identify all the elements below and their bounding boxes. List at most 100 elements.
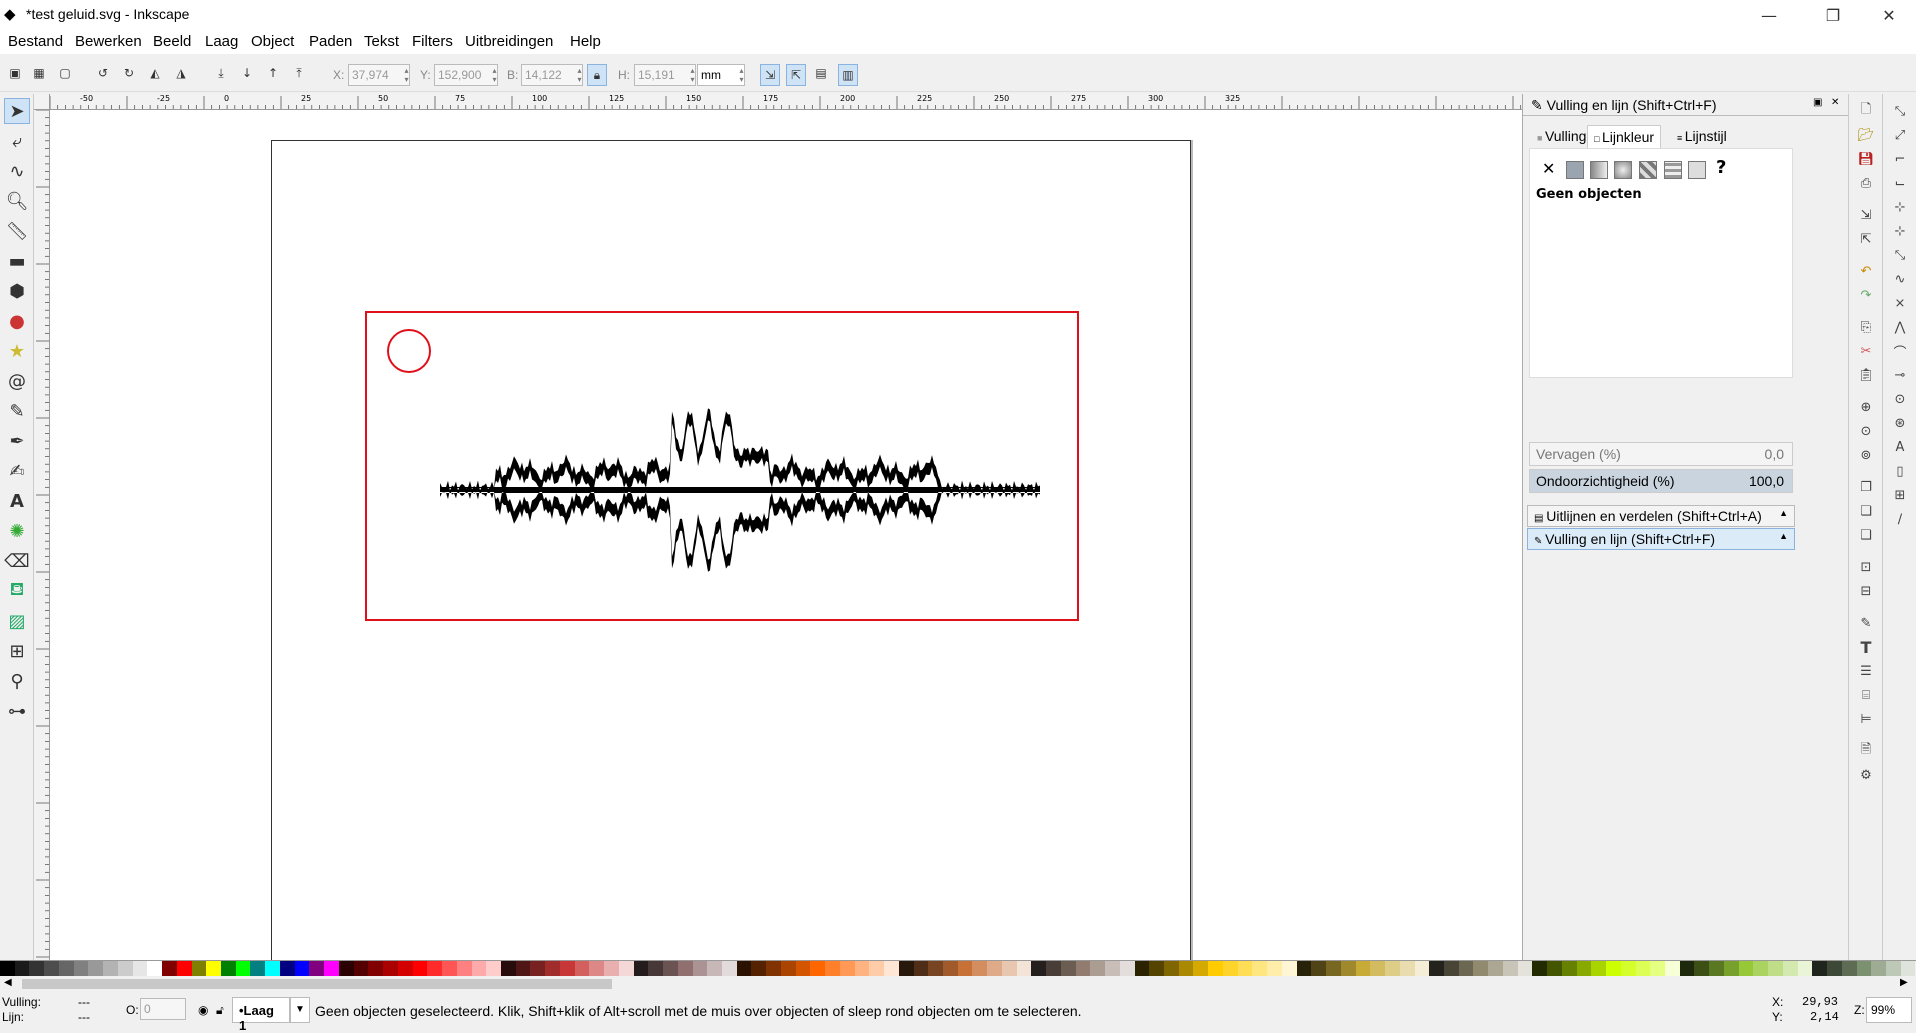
palette-swatch[interactable] [221, 961, 236, 977]
copy-icon[interactable]: ⎘ [1857, 318, 1875, 336]
palette-swatch[interactable] [1635, 961, 1651, 977]
no-paint-button[interactable]: ✕ [1542, 159, 1555, 178]
xml-editor-icon[interactable]: ⌸ [1857, 686, 1875, 704]
lock-ratio-icon[interactable]: 🔒︎ [587, 64, 607, 86]
box3d-icon[interactable]: ⬢ [4, 278, 30, 304]
palette-swatch[interactable] [1532, 961, 1548, 977]
vertical-ruler[interactable] [34, 110, 50, 960]
palette-swatch[interactable] [1178, 961, 1194, 977]
palette-swatch[interactable] [987, 961, 1002, 977]
palette-swatch[interactable] [1709, 961, 1724, 977]
palette-swatch[interactable] [957, 961, 973, 977]
palette-swatch[interactable] [1105, 961, 1120, 977]
palette-swatch[interactable] [943, 961, 958, 977]
dock-close-icon[interactable]: ✕ [1831, 97, 1839, 108]
palette-swatch[interactable] [88, 961, 104, 977]
palette-swatch[interactable] [338, 961, 354, 977]
palette-swatch[interactable] [1046, 961, 1061, 977]
palette-swatch[interactable] [1827, 961, 1842, 977]
palette-swatch[interactable] [1414, 961, 1430, 977]
menu-filters[interactable]: Filters [412, 33, 453, 50]
rotate-cw-icon[interactable]: ↻ [120, 64, 138, 82]
width-field[interactable]: 14,122 [521, 64, 583, 86]
palette-swatch[interactable] [1664, 961, 1680, 977]
mesh-gradient-icon[interactable] [1639, 161, 1657, 179]
palette-swatch[interactable] [1591, 961, 1607, 977]
rotate-ccw-icon[interactable]: ↺ [94, 64, 112, 82]
palette-swatch[interactable] [1856, 961, 1872, 977]
palette-swatch[interactable] [44, 961, 59, 977]
drawing-canvas[interactable] [50, 110, 1522, 960]
palette-swatch[interactable] [1134, 961, 1150, 977]
palette-swatch[interactable] [1723, 961, 1739, 977]
rectangle-icon[interactable]: ▬ [4, 248, 30, 274]
connector-icon[interactable]: ⊶ [4, 698, 30, 724]
snap-rotation-center-icon[interactable]: ⊛ [1891, 414, 1909, 432]
palette-swatch[interactable] [1753, 961, 1769, 977]
radial-gradient-icon[interactable] [1614, 161, 1632, 179]
flat-color-icon[interactable] [1566, 161, 1584, 179]
horizontal-ruler[interactable]: -50 -25 0 25 50 75 100 125 150 175 200 2… [50, 94, 1522, 110]
zoom-drawing-icon[interactable]: ⊙ [1857, 422, 1875, 440]
snap-midpoint-icon[interactable]: ⊸ [1891, 366, 1909, 384]
palette-swatch[interactable] [235, 961, 251, 977]
palette-swatch[interactable] [132, 961, 148, 977]
palette-swatch[interactable] [1694, 961, 1710, 977]
palette-swatch[interactable] [353, 961, 369, 977]
close-window-button[interactable]: ✕ [1866, 0, 1912, 30]
snap-enable-icon[interactable]: ⤡ [1891, 102, 1909, 120]
lower-icon[interactable]: ↓ [238, 64, 256, 82]
ungroup-icon[interactable]: ⊟ [1857, 582, 1875, 600]
palette-swatch[interactable] [471, 961, 487, 977]
palette-swatch[interactable] [751, 961, 767, 977]
palette-swatch[interactable] [1547, 961, 1562, 977]
palette-swatch[interactable] [442, 961, 457, 977]
palette-swatch[interactable] [1812, 961, 1828, 977]
palette-swatch[interactable] [1340, 961, 1356, 977]
menu-uitbreidingen[interactable]: Uitbreidingen [465, 33, 553, 50]
menu-paden[interactable]: Paden [309, 33, 352, 50]
mesh-icon[interactable]: ⊞ [4, 638, 30, 664]
raise-icon[interactable]: ↑ [264, 64, 282, 82]
text-dialog-icon[interactable]: T [1857, 638, 1875, 657]
palette-swatch[interactable] [780, 961, 796, 977]
menu-object[interactable]: Object [251, 33, 294, 50]
color-palette[interactable] [0, 960, 1916, 977]
snap-bbox-edge-icon[interactable]: ⌐ [1891, 150, 1909, 168]
tab-lijnkleur[interactable]: □ Lijnkleur [1587, 125, 1662, 149]
palette-swatch[interactable] [427, 961, 443, 977]
palette-swatch[interactable] [1886, 961, 1901, 977]
palette-swatch[interactable] [648, 961, 664, 977]
palette-swatch[interactable] [58, 961, 74, 977]
duplicate-icon[interactable]: ❐ [1857, 478, 1875, 496]
palette-swatch[interactable] [913, 961, 929, 977]
cut-icon[interactable]: ✂ [1857, 342, 1875, 360]
new-document-icon[interactable]: 🗋︎ [1857, 102, 1875, 120]
palette-swatch[interactable] [839, 961, 855, 977]
snap-guide-icon[interactable]: ∕ [1891, 510, 1909, 528]
snap-bbox-center-icon[interactable]: ⊹ [1891, 222, 1909, 240]
palette-swatch[interactable] [545, 961, 560, 977]
pencil-icon[interactable]: ✎ [4, 398, 30, 424]
scroll-left-icon[interactable]: ◀ [4, 977, 12, 988]
palette-swatch[interactable] [412, 961, 428, 977]
palette-swatch[interactable] [589, 961, 605, 977]
unit-select[interactable]: mm [697, 64, 745, 86]
palette-swatch[interactable] [663, 961, 678, 977]
palette-swatch[interactable] [1488, 961, 1503, 977]
palette-swatch[interactable] [1738, 961, 1754, 977]
palette-swatch[interactable] [1031, 961, 1047, 977]
palette-swatch[interactable] [1119, 961, 1135, 977]
palette-swatch[interactable] [500, 961, 516, 977]
sound-wave-shape[interactable] [440, 370, 1040, 610]
palette-swatch[interactable] [1679, 961, 1695, 977]
palette-swatch[interactable] [294, 961, 310, 977]
palette-swatch[interactable] [574, 961, 590, 977]
layer-lock-icon[interactable]: 🔓︎ [216, 1003, 224, 1018]
palette-swatch[interactable] [1311, 961, 1327, 977]
node-tool-icon[interactable]: ⤶ [4, 128, 30, 154]
palette-swatch[interactable] [530, 961, 546, 977]
palette-swatch[interactable] [618, 961, 634, 977]
zoom-page-icon[interactable]: ⊚ [1857, 446, 1875, 464]
selector-arrow-icon[interactable]: ➤ [4, 98, 30, 124]
